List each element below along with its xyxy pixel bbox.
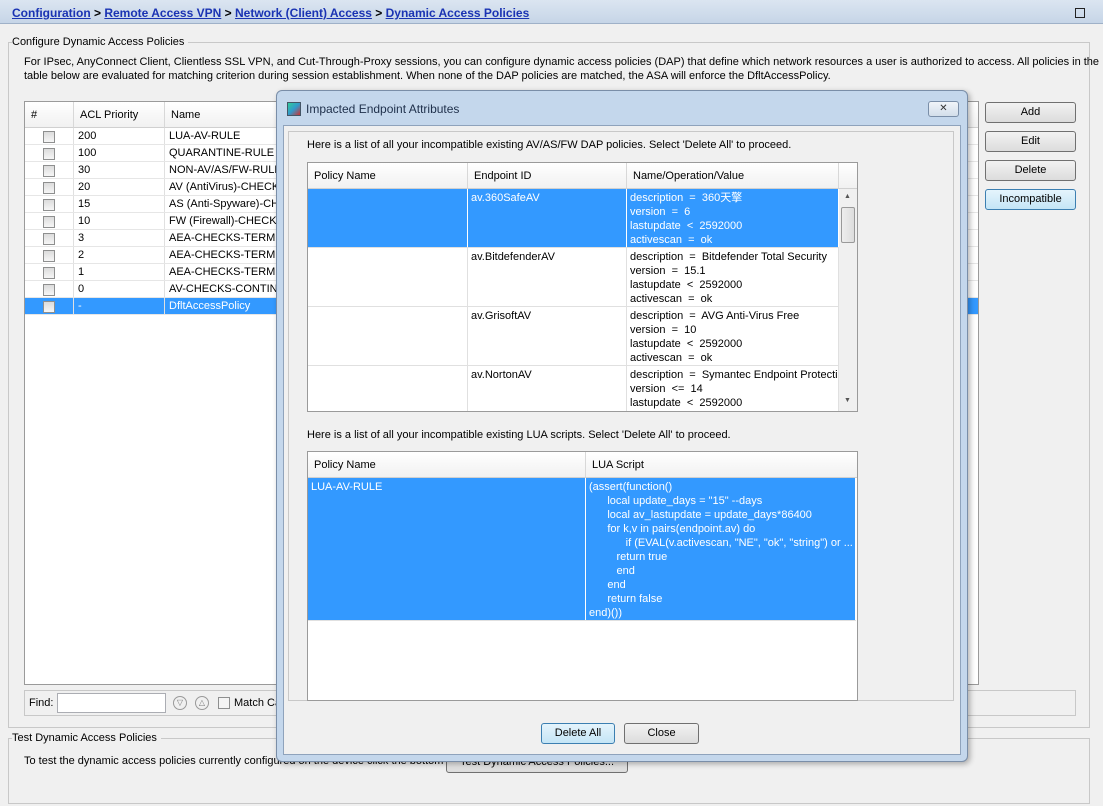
configure-group-title: Configure Dynamic Access Policies (12, 36, 189, 48)
row-checkbox-cell (25, 281, 74, 297)
row-checkbox[interactable] (43, 267, 55, 279)
policy-name-cell (308, 307, 468, 365)
add-button[interactable]: Add (985, 102, 1076, 123)
find-next-icon[interactable]: ▽ (173, 696, 187, 710)
test-group-title: Test Dynamic Access Policies (12, 732, 161, 744)
acl-priority-cell: 10 (74, 213, 165, 229)
endpoint-id-cell: av.BitdefenderAV (468, 248, 627, 306)
acl-priority-cell: 100 (74, 145, 165, 161)
description-line: For IPsec, AnyConnect Client, Clientless… (24, 56, 1100, 68)
name-op-value-cell: description = AVG Anti-Virus Free versio… (627, 307, 839, 365)
col-header-lua-script[interactable]: LUA Script (586, 452, 857, 478)
maximize-icon[interactable] (1075, 8, 1085, 18)
row-checkbox-cell (25, 247, 74, 263)
row-checkbox-cell (25, 145, 74, 161)
description: For IPsec, AnyConnect Client, Clientless… (24, 55, 1099, 83)
endpoint-id-cell: av.NortonAV (468, 366, 627, 411)
row-checkbox-cell (25, 128, 74, 144)
name-op-value-cell: description = 360天擎 version = 6 lastupda… (627, 189, 839, 247)
row-checkbox-cell (25, 298, 74, 314)
close-button[interactable]: Close (624, 723, 699, 744)
app-icon (287, 102, 301, 116)
find-input[interactable] (57, 693, 166, 713)
endpoint-id-cell: av.360SafeAV (468, 189, 627, 247)
dialog-close-icon[interactable]: ✕ (928, 101, 959, 117)
breadcrumb-network-access[interactable]: Network (Client) Access (235, 6, 372, 20)
breadcrumb-sep: > (221, 6, 235, 20)
row-checkbox-cell (25, 264, 74, 280)
name-op-value-cell: description = Symantec Endpoint Protecti… (627, 366, 839, 411)
row-checkbox[interactable] (43, 233, 55, 245)
table-row[interactable]: av.360SafeAV description = 360天擎 version… (308, 189, 839, 248)
row-checkbox[interactable] (43, 250, 55, 262)
incompatible-button[interactable]: Incompatible (985, 189, 1076, 210)
impacted-endpoint-dialog: Impacted Endpoint Attributes ✕ Here is a… (276, 90, 968, 762)
acl-priority-cell: 200 (74, 128, 165, 144)
row-checkbox-cell (25, 196, 74, 212)
dialog-body: Here is a list of all your incompatible … (283, 125, 961, 755)
vertical-scrollbar[interactable]: ▲ ▼ (839, 189, 857, 411)
row-checkbox[interactable] (43, 216, 55, 228)
match-case-checkbox[interactable] (218, 697, 230, 709)
table-row[interactable]: av.GrisoftAV description = AVG Anti-Viru… (308, 307, 839, 366)
description-line: table below are evaluated for matching c… (24, 70, 831, 82)
acl-priority-cell: 15 (74, 196, 165, 212)
edit-button[interactable]: Edit (985, 131, 1076, 152)
acl-priority-cell: 0 (74, 281, 165, 297)
col-header-name-op-value[interactable]: Name/Operation/Value (627, 163, 839, 189)
scroll-up-icon[interactable]: ▲ (844, 193, 851, 200)
acl-priority-cell: 30 (74, 162, 165, 178)
acl-priority-cell: - (74, 298, 165, 314)
row-checkbox-cell (25, 162, 74, 178)
find-label: Find: (29, 697, 54, 709)
breadcrumb-dynamic-access-policies[interactable]: Dynamic Access Policies (386, 6, 530, 20)
delete-all-button[interactable]: Delete All (541, 723, 615, 744)
delete-button[interactable]: Delete (985, 160, 1076, 181)
col-header-acl-priority[interactable]: ACL Priority (74, 102, 165, 128)
breadcrumb-configuration[interactable]: Configuration (12, 6, 91, 20)
row-checkbox[interactable] (43, 284, 55, 296)
scroll-down-icon[interactable]: ▼ (844, 397, 851, 404)
acl-priority-cell: 1 (74, 264, 165, 280)
header-bar: Configuration > Remote Access VPN > Netw… (0, 0, 1103, 24)
table-row[interactable]: av.BitdefenderAV description = Bitdefend… (308, 248, 839, 307)
row-checkbox[interactable] (43, 165, 55, 177)
row-checkbox-cell (25, 230, 74, 246)
row-checkbox[interactable] (43, 301, 55, 313)
policy-name-cell (308, 248, 468, 306)
endpoint-id-cell: av.GrisoftAV (468, 307, 627, 365)
policy-name-cell: LUA-AV-RULE (308, 478, 586, 620)
av-policies-table: Policy Name Endpoint ID Name/Operation/V… (307, 162, 858, 412)
row-checkbox-cell (25, 179, 74, 195)
breadcrumb-sep: > (371, 6, 386, 20)
breadcrumb-remote-access-vpn[interactable]: Remote Access VPN (104, 6, 221, 20)
policy-name-cell (308, 189, 468, 247)
row-checkbox[interactable] (43, 199, 55, 211)
acl-priority-cell: 20 (74, 179, 165, 195)
acl-priority-cell: 3 (74, 230, 165, 246)
name-op-value-cell: description = Bitdefender Total Security… (627, 248, 839, 306)
col-header-number[interactable]: # (25, 102, 74, 128)
col-header-endpoint-id[interactable]: Endpoint ID (468, 163, 627, 189)
row-checkbox[interactable] (43, 182, 55, 194)
col-header-policy-name[interactable]: Policy Name (308, 163, 468, 189)
lua-scripts-table: Policy Name LUA Script LUA-AV-RULE (asse… (307, 451, 858, 701)
col-header-filler (839, 163, 857, 189)
breadcrumb-sep: > (90, 6, 105, 20)
table-row[interactable]: av.NortonAV description = Symantec Endpo… (308, 366, 839, 411)
row-checkbox[interactable] (43, 148, 55, 160)
row-checkbox-cell (25, 213, 74, 229)
dialog-title: Impacted Endpoint Attributes (306, 102, 460, 116)
table-row[interactable]: LUA-AV-RULE (assert(function() local upd… (308, 478, 856, 621)
policy-name-cell (308, 366, 468, 411)
scrollbar-thumb[interactable] (841, 207, 855, 243)
row-checkbox[interactable] (43, 131, 55, 143)
av-message: Here is a list of all your incompatible … (307, 139, 792, 151)
lua-script-cell: (assert(function() local update_days = "… (586, 478, 856, 620)
find-previous-icon[interactable]: △ (195, 696, 209, 710)
breadcrumb: Configuration > Remote Access VPN > Netw… (12, 6, 529, 20)
col-header-policy-name[interactable]: Policy Name (308, 452, 586, 478)
lua-message: Here is a list of all your incompatible … (307, 429, 731, 441)
acl-priority-cell: 2 (74, 247, 165, 263)
